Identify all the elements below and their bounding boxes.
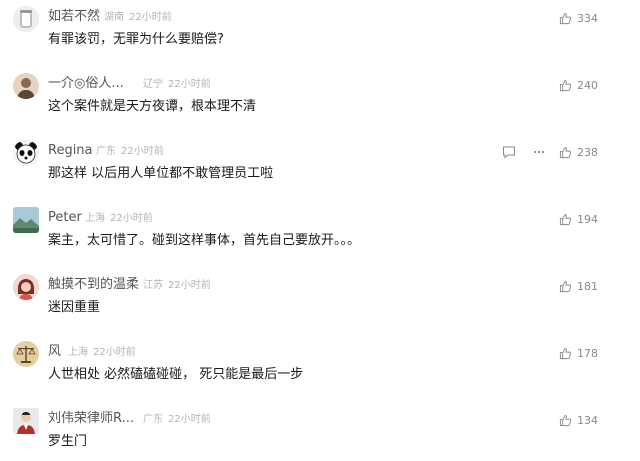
comment-list: 如若不然 湖南 22小时前 有罪该罚，无罪为什么要赔偿? 334 一介◎俗人...… [0, 0, 640, 461]
comment-text: 迷因重重 [48, 300, 101, 315]
location: 广东 [143, 414, 163, 425]
comment-meta: 广东 22小时前 [96, 145, 164, 159]
like-count: 240 [577, 78, 598, 92]
comment-meta: 上海 22小时前 [85, 212, 153, 226]
comment-item: 触摸不到的温柔 江苏 22小时前 迷因重重 181 [0, 268, 640, 334]
timestamp: 22小时前 [129, 12, 172, 23]
comment-item: Peter 上海 22小时前 案主，太可惜了。碰到这样事体，首先自己要放开。。。 … [0, 201, 640, 267]
like-count: 134 [577, 413, 598, 427]
like-button[interactable]: 181 [559, 278, 598, 294]
comment-text: 案主，太可惜了。碰到这样事体，首先自己要放开。。。 [48, 233, 361, 248]
comment-tools [502, 144, 546, 160]
timestamp: 22小时前 [93, 347, 136, 358]
person-avatar-icon [13, 73, 39, 99]
user-name[interactable]: Peter [48, 210, 82, 226]
scales-avatar-icon [13, 341, 39, 367]
like-button[interactable]: 238 [559, 144, 598, 160]
like-button[interactable]: 334 [559, 10, 598, 26]
comment-item: Regina 广东 22小时前 那这样 以后用人单位都不敢管理员工啦 238 [0, 134, 640, 200]
like-button[interactable]: 134 [559, 412, 598, 428]
timestamp: 22小时前 [168, 280, 211, 291]
avatar[interactable] [13, 73, 39, 99]
comment-text: 罗生门 [48, 434, 88, 449]
location: 辽宁 [143, 79, 163, 90]
reply-icon [503, 146, 515, 159]
comment-meta: 江苏 22小时前 [143, 279, 211, 293]
jar-avatar-icon [13, 6, 39, 32]
thumbs-up-icon [559, 414, 572, 426]
comment-item: 如若不然 湖南 22小时前 有罪该罚，无罪为什么要赔偿? 334 [0, 0, 640, 66]
thumbs-up-icon [559, 12, 572, 24]
avatar[interactable] [13, 408, 39, 434]
location: 广东 [96, 146, 116, 157]
more-icon [533, 150, 545, 154]
timestamp: 22小时前 [168, 414, 211, 425]
thumbs-up-icon [559, 213, 572, 225]
like-count: 334 [577, 11, 598, 25]
comment-item: 风 上海 22小时前 人世相处 必然磕磕碰碰， 死只能是最后一步 178 [0, 335, 640, 401]
thumbs-up-icon [559, 146, 572, 158]
location: 江苏 [143, 280, 163, 291]
comment-text: 那这样 以后用人单位都不敢管理员工啦 [48, 166, 274, 181]
avatar[interactable] [13, 207, 39, 233]
thumbs-up-icon [559, 347, 572, 359]
comment-meta: 上海 22小时前 [68, 346, 136, 360]
user-name[interactable]: 触摸不到的温柔 [48, 277, 139, 293]
panda-avatar-icon [13, 140, 39, 166]
like-button[interactable]: 178 [559, 345, 598, 361]
like-count: 181 [577, 279, 598, 293]
comment-meta: 湖南 22小时前 [104, 11, 172, 25]
avatar[interactable] [13, 140, 39, 166]
thumbs-up-icon [559, 79, 572, 91]
user-name[interactable]: 如若不然 [48, 9, 100, 25]
comment-item: 刘伟荣律师R... 广东 22小时前 罗生门 134 [0, 402, 640, 461]
like-button[interactable]: 240 [559, 77, 598, 93]
comment-meta: 广东 22小时前 [143, 413, 211, 427]
lawyer-avatar-icon [13, 408, 39, 434]
comment-text: 人世相处 必然磕磕碰碰， 死只能是最后一步 [48, 367, 304, 382]
comment-text: 这个案件就是天方夜谭，根本理不清 [48, 99, 257, 114]
avatar[interactable] [13, 6, 39, 32]
timestamp: 22小时前 [110, 213, 153, 224]
girl-avatar-icon [13, 274, 39, 300]
user-name[interactable]: 风 [48, 344, 61, 360]
location: 上海 [85, 213, 105, 224]
user-name[interactable]: 刘伟荣律师R... [48, 411, 134, 427]
like-count: 178 [577, 346, 598, 360]
user-name[interactable]: 一介◎俗人... [48, 76, 124, 92]
reply-button[interactable] [502, 145, 516, 159]
timestamp: 22小时前 [168, 79, 211, 90]
comment-item: 一介◎俗人... 辽宁 22小时前 这个案件就是天方夜谭，根本理不清 240 [0, 67, 640, 133]
like-button[interactable]: 194 [559, 211, 598, 227]
comment-text: 有罪该罚，无罪为什么要赔偿? [48, 32, 224, 47]
avatar[interactable] [13, 274, 39, 300]
user-name[interactable]: Regina [48, 143, 93, 159]
location: 上海 [68, 347, 88, 358]
thumbs-up-icon [559, 280, 572, 292]
comment-meta: 辽宁 22小时前 [143, 78, 211, 92]
like-count: 194 [577, 212, 598, 226]
landscape-avatar-icon [13, 207, 39, 233]
location: 湖南 [104, 12, 124, 23]
timestamp: 22小时前 [121, 146, 164, 157]
like-count: 238 [577, 145, 598, 159]
more-button[interactable] [532, 145, 546, 159]
avatar[interactable] [13, 341, 39, 367]
